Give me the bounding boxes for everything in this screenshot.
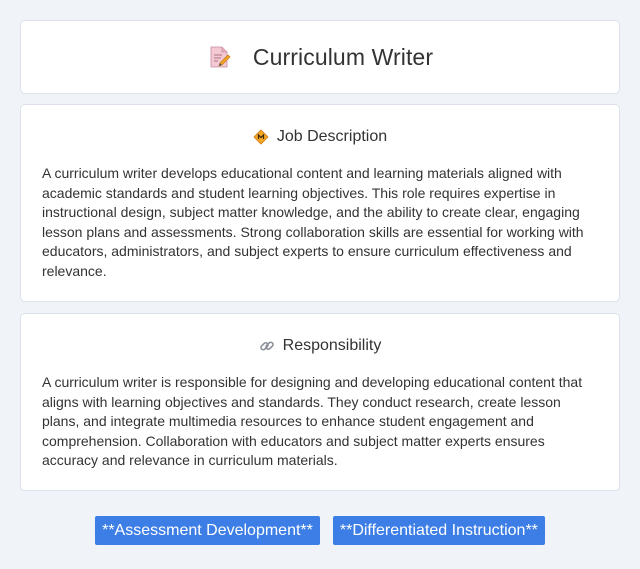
- page-title: Curriculum Writer: [252, 43, 434, 70]
- diamond-warning-icon: [253, 129, 269, 145]
- title-card: Curriculum Writer: [20, 20, 620, 94]
- memo-pencil-icon: [207, 45, 231, 69]
- job-description-header: Job Description: [42, 126, 598, 148]
- responsibility-card: Responsibility A curriculum writer is re…: [20, 313, 620, 491]
- responsibility-heading: Responsibility: [282, 337, 382, 354]
- job-description-text: A curriculum writer develops educational…: [42, 165, 584, 279]
- link-icon: [259, 338, 275, 354]
- skill-tags: **Assessment Development** **Differentia…: [0, 516, 640, 545]
- tag-assessment-development[interactable]: **Assessment Development**: [95, 516, 320, 545]
- job-description-card: Job Description A curriculum writer deve…: [20, 104, 620, 302]
- responsibility-header: Responsibility: [42, 335, 598, 357]
- tag-differentiated-instruction[interactable]: **Differentiated Instruction**: [332, 516, 545, 545]
- job-description-heading: Job Description: [276, 128, 388, 145]
- responsibility-text: A curriculum writer is responsible for d…: [42, 374, 583, 468]
